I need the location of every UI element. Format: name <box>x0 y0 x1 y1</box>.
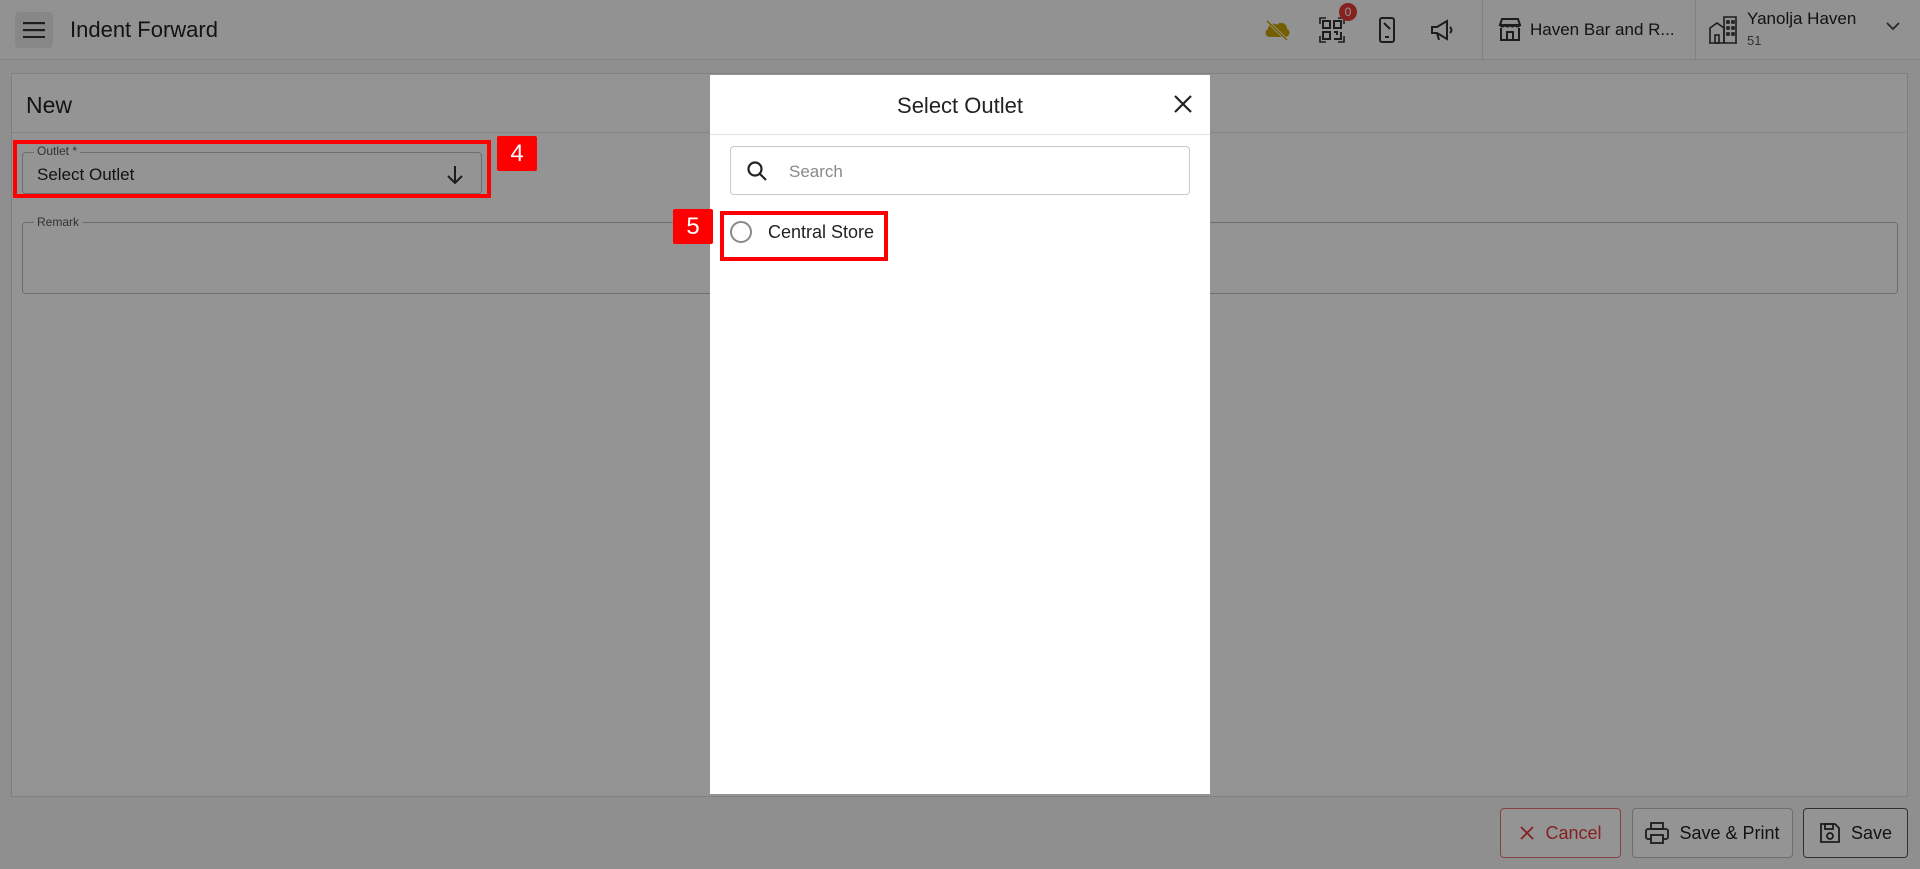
close-icon[interactable] <box>1172 93 1194 115</box>
annotation-tag-4: 4 <box>497 136 537 171</box>
select-outlet-modal: Select Outlet Central Store <box>710 75 1210 794</box>
search-input[interactable] <box>787 155 1181 188</box>
annotation-tag-5: 5 <box>673 209 713 244</box>
outlet-search-box[interactable] <box>730 146 1190 195</box>
divider <box>710 134 1210 135</box>
annotation-box-4 <box>13 140 491 198</box>
search-icon <box>747 161 767 181</box>
annotation-box-5 <box>720 211 888 261</box>
modal-title: Select Outlet <box>897 93 1023 118</box>
